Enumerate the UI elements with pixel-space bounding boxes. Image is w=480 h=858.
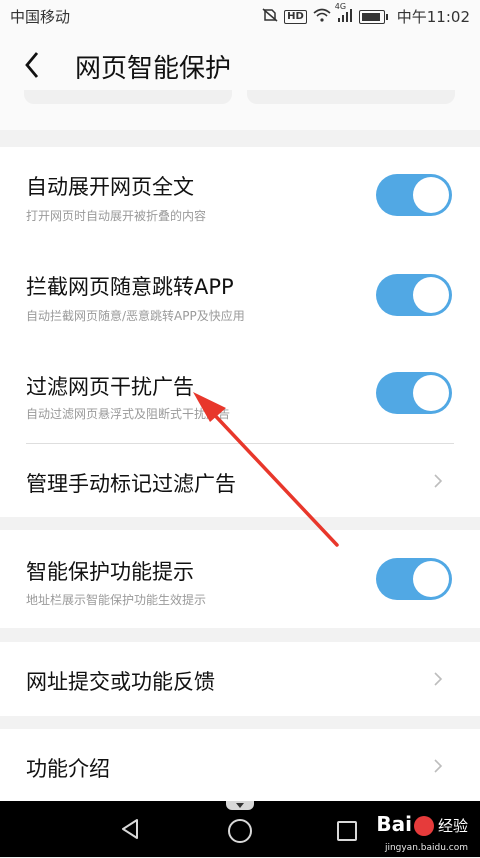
toggle-knob xyxy=(413,375,449,411)
setting-row-feature-intro[interactable]: 功能介绍 xyxy=(0,729,480,801)
status-icons: HD 4G 中午11:02 xyxy=(262,2,470,27)
status-bar: 中国移动 HD 4G 中午11:02 xyxy=(0,0,480,30)
chevron-right-icon xyxy=(434,672,443,686)
setting-row-smart-protect-tip[interactable]: 智能保护功能提示 地址栏展示智能保护功能生效提示 xyxy=(0,530,480,628)
setting-label: 网址提交或功能反馈 xyxy=(26,670,215,694)
clock: 中午11:02 xyxy=(396,8,470,26)
back-button[interactable] xyxy=(18,48,48,82)
network-type: 4G xyxy=(334,1,347,11)
wifi-icon xyxy=(313,8,331,26)
toggle-block-redirect[interactable] xyxy=(376,274,452,316)
previous-card-right xyxy=(247,90,455,104)
settings-group-1: 自动展开网页全文 打开网页时自动展开被折叠的内容 拦截网页随意跳转APP 自动拦… xyxy=(0,147,480,517)
toggle-knob xyxy=(413,177,449,213)
setting-label: 功能介绍 xyxy=(26,757,110,781)
chevron-right-icon xyxy=(434,474,443,488)
setting-description: 自动过滤网页悬浮式及阻断式干扰广告 xyxy=(26,407,231,421)
settings-group-4: 功能介绍 xyxy=(0,729,480,801)
previous-section-remnant xyxy=(0,90,480,130)
paw-icon xyxy=(413,815,434,836)
watermark-url: jingyan.baidu.com xyxy=(384,843,468,853)
carrier-name: 中国移动 xyxy=(10,8,71,26)
setting-description: 自动拦截网页随意/恶意跳转APP及快应用 xyxy=(26,309,245,323)
hd-icon: HD xyxy=(284,9,307,24)
previous-card-left xyxy=(24,90,232,104)
watermark-brand-right: 经验 xyxy=(437,817,468,835)
system-nav-bar: Bai 经验 jingyan.baidu.com xyxy=(0,801,480,857)
toggle-filter-ads[interactable] xyxy=(376,372,452,414)
signal-4g-icon: 4G xyxy=(335,2,353,26)
toggle-auto-expand[interactable] xyxy=(376,174,452,216)
toggle-smart-protect-tip[interactable] xyxy=(376,558,452,600)
setting-description: 打开网页时自动展开被折叠的内容 xyxy=(26,209,207,223)
toggle-knob xyxy=(413,561,449,597)
setting-label: 自动展开网页全文 xyxy=(26,175,194,199)
watermark-brand-left: Bai xyxy=(376,812,412,836)
settings-group-2: 智能保护功能提示 地址栏展示智能保护功能生效提示 xyxy=(0,530,480,628)
mute-icon xyxy=(262,7,278,26)
setting-description: 地址栏展示智能保护功能生效提示 xyxy=(26,593,207,607)
setting-row-filter-ads[interactable]: 过滤网页干扰广告 自动过滤网页悬浮式及阻断式干扰广告 xyxy=(0,347,480,447)
nav-home-icon[interactable] xyxy=(228,819,252,843)
setting-label: 智能保护功能提示 xyxy=(26,560,194,584)
nav-back-icon[interactable] xyxy=(118,817,142,841)
setting-label: 过滤网页干扰广告 xyxy=(26,375,194,399)
battery-icon xyxy=(358,9,388,24)
chevron-right-icon xyxy=(434,759,443,773)
watermark: Bai 经验 jingyan.baidu.com xyxy=(376,812,468,853)
setting-label: 管理手动标记过滤广告 xyxy=(26,472,236,496)
setting-label: 拦截网页随意跳转APP xyxy=(26,275,234,299)
setting-row-manage-marked-ads[interactable]: 管理手动标记过滤广告 xyxy=(0,444,480,517)
page-title: 网页智能保护 xyxy=(75,54,232,84)
chevron-left-icon xyxy=(25,52,39,78)
setting-row-auto-expand[interactable]: 自动展开网页全文 打开网页时自动展开被折叠的内容 xyxy=(0,147,480,247)
toggle-knob xyxy=(413,277,449,313)
settings-group-3: 网址提交或功能反馈 xyxy=(0,642,480,716)
setting-row-block-redirect[interactable]: 拦截网页随意跳转APP 自动拦截网页随意/恶意跳转APP及快应用 xyxy=(0,247,480,347)
nav-recent-icon[interactable] xyxy=(337,821,357,841)
nav-dropdown-tab[interactable] xyxy=(226,801,254,810)
setting-row-feedback[interactable]: 网址提交或功能反馈 xyxy=(0,642,480,716)
